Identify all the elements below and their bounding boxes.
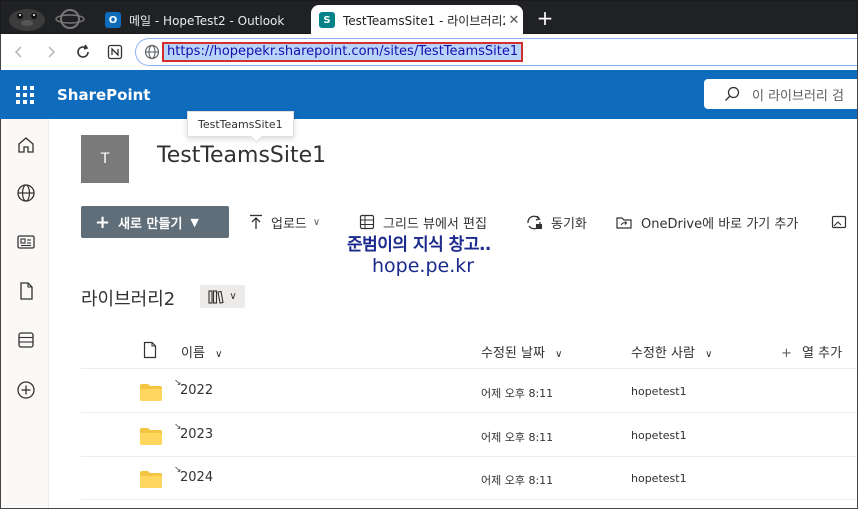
back-icon[interactable] xyxy=(7,40,31,64)
view-switcher-button[interactable]: ∨ xyxy=(200,285,245,308)
new-tab-button[interactable]: + xyxy=(535,7,555,29)
column-modified-by-label: 수정한 사람 xyxy=(631,346,695,361)
column-name[interactable]: 이름 ∨ xyxy=(181,342,222,361)
folder-icon xyxy=(140,471,162,488)
item-modified: 어제 오후 8:11 xyxy=(481,431,554,444)
site-title[interactable]: TestTeamsSite1 xyxy=(157,143,326,168)
column-modified-by[interactable]: 수정한 사람 ∨ xyxy=(631,342,712,361)
search-placeholder: 이 라이브러리 검 xyxy=(752,88,844,104)
item-modified: 어제 오후 8:11 xyxy=(481,474,554,487)
browser-toolbar: https://hopepekr.sharepoint.com/sites/Te… xyxy=(0,34,858,70)
plus-icon: + xyxy=(95,211,111,233)
site-logo[interactable]: T xyxy=(81,135,129,183)
reload-icon[interactable] xyxy=(71,40,95,64)
item-name[interactable]: 2022 xyxy=(180,383,213,398)
outlook-icon: O xyxy=(105,12,121,28)
chevron-down-icon: ∨ xyxy=(215,349,223,360)
library-title: 라이브러리2 xyxy=(81,289,176,310)
url-text[interactable]: https://hopepekr.sharepoint.com/sites/Te… xyxy=(162,42,524,62)
item-modified-by[interactable]: hopetest1 xyxy=(631,472,687,485)
tab-title: 메일 - HopeTest2 - Outlook xyxy=(129,13,285,28)
globe-icon xyxy=(144,44,160,60)
tab-outlook[interactable]: O 메일 - HopeTest2 - Outlook xyxy=(97,5,309,35)
new-button-label: 새로 만들기 xyxy=(118,216,183,232)
watermark-line1: 준범이의 지식 창고.. xyxy=(347,235,491,255)
item-name[interactable]: 2024 xyxy=(180,470,213,485)
watermark-line2: hope.pe.kr xyxy=(372,255,475,277)
onedrive-shortcut-label: OneDrive에 바로 가기 추가 xyxy=(641,216,799,232)
upload-label: 업로드 xyxy=(271,216,307,232)
address-bar[interactable]: https://hopepekr.sharepoint.com/sites/Te… xyxy=(135,38,858,66)
more-command-button[interactable] xyxy=(831,206,855,238)
document-icon[interactable] xyxy=(16,281,36,301)
app-launcher-icon[interactable] xyxy=(16,86,34,104)
column-modified-label: 수정된 날짜 xyxy=(481,346,545,361)
site-tooltip: TestTeamsSite1 xyxy=(187,111,294,137)
list-item[interactable]: ↘ 2022 어제 오후 8:11 hopetest1 xyxy=(81,370,858,413)
chevron-down-icon: ∨ xyxy=(229,291,237,302)
profile-avatar-icon[interactable] xyxy=(7,4,47,32)
library-view-icon xyxy=(208,289,224,304)
onedrive-shortcut-icon xyxy=(616,217,632,229)
upload-button[interactable]: 업로드 ∨ xyxy=(249,206,320,238)
folder-icon xyxy=(140,428,162,445)
tooltip-text: TestTeamsSite1 xyxy=(198,117,283,131)
folder-icon xyxy=(140,384,162,401)
image-icon xyxy=(831,215,847,229)
search-input[interactable]: 이 라이브러리 검 xyxy=(704,79,858,109)
list-item[interactable]: ↘ 2024 어제 오후 8:11 hopetest1 xyxy=(81,457,858,500)
lists-icon[interactable] xyxy=(16,330,36,350)
sync-icon xyxy=(527,215,542,230)
item-modified: 어제 오후 8:11 xyxy=(481,387,554,400)
add-column-label: 열 추가 xyxy=(802,346,843,361)
plus-icon: + xyxy=(781,346,792,361)
home-icon[interactable] xyxy=(16,135,36,155)
file-type-icon[interactable] xyxy=(143,341,157,359)
forward-icon[interactable] xyxy=(39,40,63,64)
chevron-down-icon: ▼ xyxy=(190,215,199,229)
close-icon[interactable]: ✕ xyxy=(505,13,523,28)
globe-icon[interactable] xyxy=(16,183,36,203)
item-modified-by[interactable]: hopetest1 xyxy=(631,429,687,442)
new-button[interactable]: + 새로 만들기 ▼ xyxy=(81,206,229,238)
add-circle-icon[interactable] xyxy=(16,380,36,400)
grid-edit-label: 그리드 뷰에서 편집 xyxy=(383,216,487,232)
sync-button[interactable]: 동기화 xyxy=(525,206,587,238)
file-list-header: 이름 ∨ 수정된 날짜 ∨ 수정한 사람 ∨ + 열 추가 xyxy=(81,333,858,369)
chevron-down-icon: ∨ xyxy=(705,349,713,360)
app-name[interactable]: SharePoint xyxy=(57,86,150,104)
add-column-button[interactable]: + 열 추가 xyxy=(781,342,842,361)
upload-icon xyxy=(250,214,262,229)
browser-tab-strip: O 메일 - HopeTest2 - Outlook S TestTeamsSi… xyxy=(0,0,858,35)
search-icon xyxy=(725,86,740,101)
item-name[interactable]: 2023 xyxy=(180,427,213,442)
tab-title: TestTeamsSite1 - 라이브러리2 - xyxy=(343,13,505,28)
grid-icon xyxy=(359,214,375,230)
sharepoint-icon: S xyxy=(319,12,335,28)
left-app-rail xyxy=(0,119,49,509)
news-icon[interactable] xyxy=(16,232,36,252)
suite-bar: SharePoint 이 라이브러리 검 xyxy=(0,70,858,119)
notion-extension-icon[interactable] xyxy=(103,40,127,64)
tab-sharepoint[interactable]: S TestTeamsSite1 - 라이브러리2 - ✕ xyxy=(311,5,523,35)
column-modified[interactable]: 수정된 날짜 ∨ xyxy=(481,342,562,361)
workspaces-icon[interactable] xyxy=(55,6,85,32)
onedrive-shortcut-button[interactable]: OneDrive에 바로 가기 추가 xyxy=(615,206,798,238)
site-logo-letter: T xyxy=(100,151,110,167)
chevron-down-icon: ∨ xyxy=(555,349,563,360)
column-name-label: 이름 xyxy=(181,346,205,361)
item-modified-by[interactable]: hopetest1 xyxy=(631,385,687,398)
chevron-down-icon: ∨ xyxy=(312,216,321,228)
sync-label: 동기화 xyxy=(551,216,587,232)
list-item[interactable]: ↘ 2023 어제 오후 8:11 hopetest1 xyxy=(81,414,858,457)
